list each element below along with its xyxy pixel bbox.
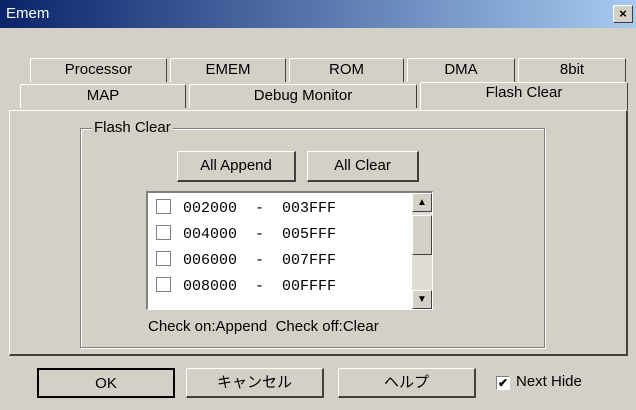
tab-map[interactable]: MAP: [20, 84, 186, 108]
list-scrollbar[interactable]: ▲ ▼: [412, 193, 432, 309]
range-checkbox[interactable]: [156, 199, 171, 214]
group-label: Flash Clear: [92, 119, 173, 136]
hint-text: Check on:Append Check off:Clear: [148, 318, 379, 335]
next-hide-label[interactable]: Next Hide: [516, 373, 582, 390]
tab-debug-monitor[interactable]: Debug Monitor: [189, 84, 417, 108]
range-checkbox[interactable]: [156, 225, 171, 240]
range-text: 004000 - 005FFF: [183, 226, 337, 243]
tab-processor[interactable]: Processor: [30, 58, 167, 82]
ok-button[interactable]: OK: [37, 368, 175, 398]
range-checkbox[interactable]: [156, 277, 171, 292]
range-listbox[interactable]: 002000 - 003FFF 004000 - 005FFF 006000 -…: [146, 191, 433, 310]
list-item[interactable]: 006000 - 007FFF: [156, 248, 336, 274]
close-button[interactable]: ×: [613, 5, 633, 23]
range-text: 008000 - 00FFFF: [183, 278, 337, 295]
help-button[interactable]: ヘルプ: [338, 368, 476, 398]
list-item[interactable]: 002000 - 003FFF: [156, 196, 336, 222]
scroll-thumb[interactable]: [412, 215, 432, 255]
emem-dialog: Emem × Processor EMEM ROM DMA 8bit MAP D…: [0, 0, 636, 410]
next-hide-checkbox[interactable]: ✔: [496, 376, 510, 390]
cancel-button[interactable]: キャンセル: [186, 368, 324, 398]
window-title: Emem: [6, 5, 50, 22]
tab-flash-clear[interactable]: Flash Clear: [420, 82, 628, 110]
list-item[interactable]: 004000 - 005FFF: [156, 222, 336, 248]
range-text: 002000 - 003FFF: [183, 200, 337, 217]
tab-8bit[interactable]: 8bit: [518, 58, 626, 82]
tab-rom[interactable]: ROM: [289, 58, 404, 82]
all-clear-button[interactable]: All Clear: [307, 151, 419, 182]
scroll-up-icon[interactable]: ▲: [412, 193, 432, 212]
all-append-button[interactable]: All Append: [177, 151, 296, 182]
range-text: 006000 - 007FFF: [183, 252, 337, 269]
tab-dma[interactable]: DMA: [407, 58, 515, 82]
range-checkbox[interactable]: [156, 251, 171, 266]
tab-emem[interactable]: EMEM: [170, 58, 286, 82]
title-bar[interactable]: Emem ×: [0, 0, 636, 28]
list-item[interactable]: 008000 - 00FFFF: [156, 274, 336, 300]
scroll-down-icon[interactable]: ▼: [412, 290, 432, 309]
